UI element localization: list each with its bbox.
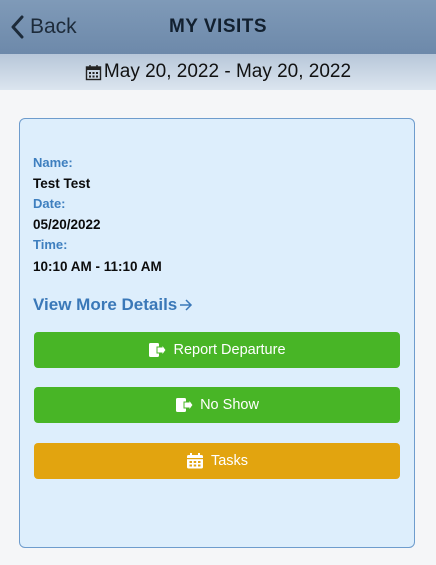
top-navigation-bar: Back MY VISITS	[0, 0, 436, 54]
no-show-label: No Show	[200, 397, 259, 413]
tasks-button[interactable]: Tasks	[34, 443, 400, 479]
visit-date: 05/20/2022	[33, 217, 101, 232]
time-label: Time:	[33, 237, 68, 252]
report-departure-button[interactable]: Report Departure	[34, 332, 400, 368]
exit-icon	[149, 342, 167, 358]
visit-time: 10:10 AM - 11:10 AM	[33, 259, 162, 274]
date-label: Date:	[33, 196, 66, 211]
view-more-details-label: View More Details	[33, 295, 178, 314]
no-show-button[interactable]: No Show	[34, 387, 400, 423]
visit-card: Name: Test Test Date: 05/20/2022 Time: 1…	[19, 118, 415, 548]
report-departure-label: Report Departure	[173, 342, 286, 358]
calendar-icon	[85, 64, 102, 80]
visitor-name: Test Test	[33, 176, 91, 191]
tasks-label: Tasks	[210, 453, 249, 469]
view-more-details-link[interactable]: View More Details	[33, 295, 193, 315]
name-label: Name:	[33, 155, 73, 170]
calendar-icon	[186, 453, 203, 469]
visits-list: Name: Test Test Date: 05/20/2022 Time: 1…	[0, 90, 436, 565]
page-title: MY VISITS	[168, 16, 268, 37]
date-range-text: May 20, 2022 - May 20, 2022	[103, 61, 352, 82]
exit-icon	[176, 397, 194, 413]
arrow-right-icon	[180, 299, 193, 311]
date-range-bar[interactable]: May 20, 2022 - May 20, 2022	[0, 54, 436, 90]
